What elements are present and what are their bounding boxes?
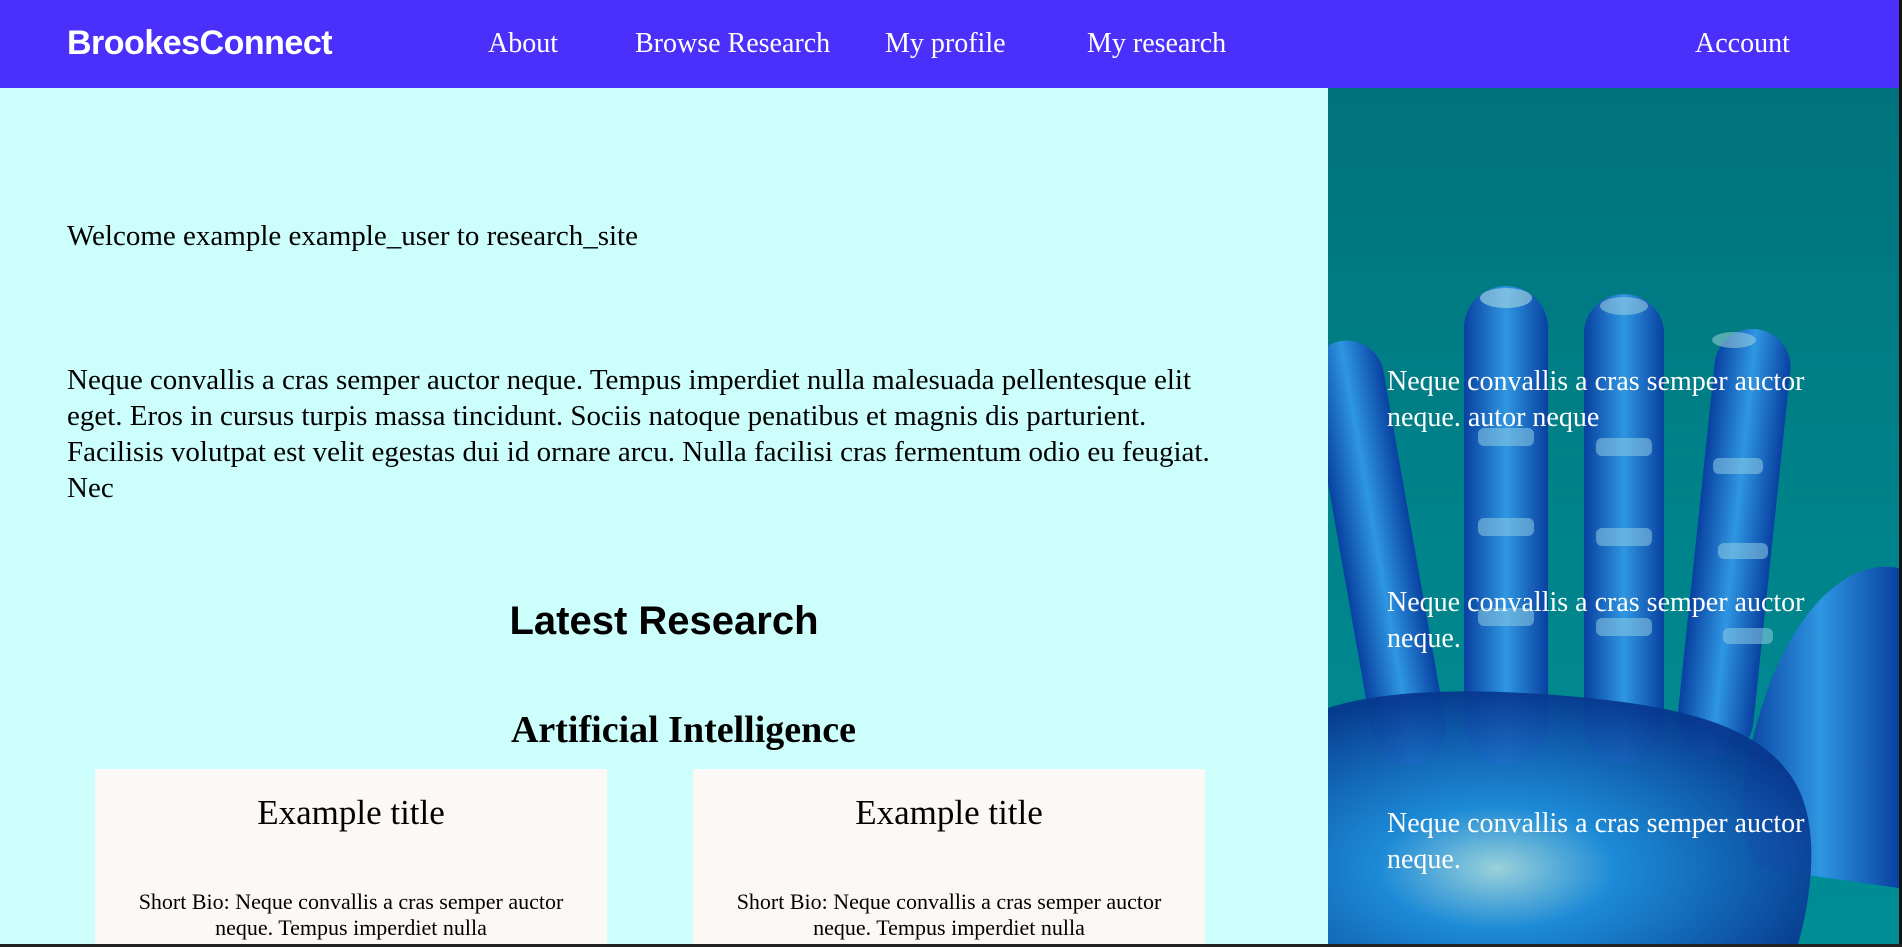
research-card[interactable]: Example title Short Bio: Neque convallis… [95,769,607,947]
topic-heading: Artificial Intelligence [510,709,857,751]
welcome-message: Welcome example example_user to research… [67,220,638,252]
research-card-title[interactable]: Example title [693,793,1205,833]
side-text-block: Neque convallis a cras semper auctor neq… [1387,587,1805,654]
nav-link-my-research[interactable]: My research [1087,28,1226,60]
brand-logo-link[interactable]: BrookesConnect [67,24,333,63]
research-card-bio: Short Bio: Neque convallis a cras semper… [138,889,564,940]
side-text-block: Neque convallis a cras semper auctor neq… [1387,366,1805,433]
latest-research-heading: Latest Research [509,599,819,643]
nav-link-about[interactable]: About [488,28,558,60]
side-text-block: Neque convallis a cras semper auctor neq… [1387,808,1805,875]
nav-link-my-profile[interactable]: My profile [885,28,1006,60]
main-content: Welcome example example_user to research… [0,88,1328,947]
navbar: BrookesConnect About Browse Research My … [0,0,1900,88]
research-card-title[interactable]: Example title [95,793,607,833]
side-panel: Neque convallis a cras semper auctor neq… [1328,88,1899,944]
nav-link-account[interactable]: Account [1695,28,1790,60]
intro-paragraph: Neque convallis a cras semper auctor neq… [67,364,1210,504]
research-card-bio: Short Bio: Neque convallis a cras semper… [736,889,1162,940]
nav-link-browse-research[interactable]: Browse Research [635,28,830,60]
page: BrookesConnect About Browse Research My … [0,0,1902,947]
research-card[interactable]: Example title Short Bio: Neque convallis… [693,769,1205,947]
